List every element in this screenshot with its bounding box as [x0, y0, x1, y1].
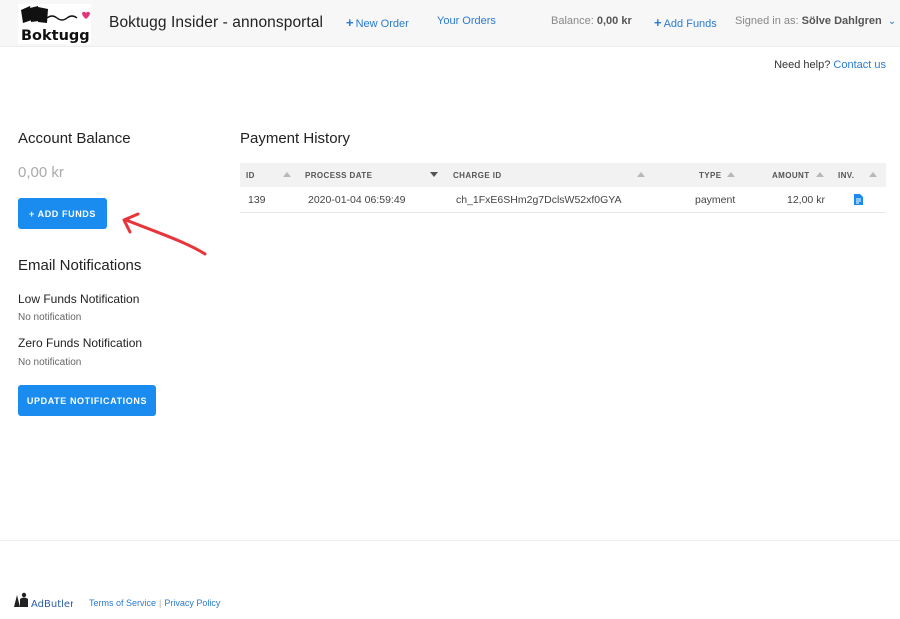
- cell-id: 139: [248, 194, 266, 206]
- new-order-label: New Order: [355, 18, 409, 30]
- table-header: ID PROCESS DATE CHARGE ID TYPE AMOUNT IN…: [240, 163, 886, 187]
- sort-asc-icon[interactable]: [637, 172, 645, 177]
- contact-us-link[interactable]: Contact us: [833, 59, 886, 71]
- plus-icon: +: [654, 15, 662, 30]
- account-balance-value: 0,00 kr: [18, 164, 64, 181]
- footer: AdButler Terms of Service | Privacy Policy: [0, 540, 900, 619]
- header-add-funds-link[interactable]: + Add Funds: [654, 15, 717, 30]
- add-funds-label: Add Funds: [663, 18, 717, 30]
- low-funds-value: No notification: [18, 312, 82, 323]
- column-header-process-date[interactable]: PROCESS DATE: [305, 171, 372, 180]
- sort-desc-icon[interactable]: [430, 172, 438, 177]
- chevron-down-icon: ⌄: [887, 16, 897, 27]
- adbutler-wordmark: AdButler: [31, 599, 73, 610]
- email-notifications-heading: Email Notifications: [18, 257, 142, 274]
- add-funds-button[interactable]: + ADD FUNDS: [18, 198, 107, 229]
- cell-amount: 12,00 kr: [787, 194, 825, 206]
- annotation-arrow-icon: [122, 212, 207, 256]
- user-name: Sölve Dahlgren: [801, 15, 882, 27]
- new-order-link[interactable]: + New Order: [346, 15, 409, 30]
- column-header-type[interactable]: TYPE: [699, 171, 722, 180]
- terms-of-service-link[interactable]: Terms of Service: [89, 598, 156, 608]
- user-menu[interactable]: Signed in as: Sölve Dahlgren ⌄: [735, 15, 896, 27]
- balance-label: Balance:: [551, 15, 594, 27]
- signed-in-label: Signed in as:: [735, 15, 799, 27]
- sort-asc-icon[interactable]: [816, 172, 824, 177]
- cell-charge-id: ch_1FxE6SHm2g7DclsW52xf0GYA: [456, 194, 622, 206]
- footer-links: Terms of Service | Privacy Policy: [89, 598, 220, 608]
- account-balance-heading: Account Balance: [18, 130, 131, 147]
- footer-separator: |: [159, 598, 162, 608]
- payment-history-heading: Payment History: [240, 130, 351, 147]
- sort-asc-icon[interactable]: [727, 172, 735, 177]
- logo-wordmark: Boktugg: [21, 28, 90, 44]
- column-header-id[interactable]: ID: [246, 171, 255, 180]
- top-navbar: Boktugg Boktugg Insider - annonsportal +…: [0, 0, 900, 47]
- cell-type: payment: [695, 194, 736, 206]
- table-row: 139 2020-01-04 06:59:49 ch_1FxE6SHm2g7Dc…: [240, 187, 886, 213]
- plus-icon: +: [346, 15, 354, 30]
- cell-process-date: 2020-01-04 06:59:49: [308, 194, 406, 206]
- payment-history-table: ID PROCESS DATE CHARGE ID TYPE AMOUNT IN…: [240, 163, 886, 213]
- adbutler-logo[interactable]: AdButler: [13, 591, 75, 611]
- column-header-charge-id[interactable]: CHARGE ID: [453, 171, 502, 180]
- app-title: Boktugg Insider - annonsportal: [109, 14, 324, 31]
- sort-asc-icon[interactable]: [283, 172, 291, 177]
- zero-funds-value: No notification: [18, 357, 82, 368]
- column-header-invoice[interactable]: INV.: [838, 171, 854, 180]
- privacy-policy-link[interactable]: Privacy Policy: [164, 598, 220, 608]
- zero-funds-label: Zero Funds Notification: [18, 336, 143, 350]
- help-text: Need help?: [774, 59, 831, 71]
- boktugg-logo[interactable]: Boktugg: [18, 4, 91, 44]
- balance-value: 0,00 kr: [596, 15, 632, 27]
- help-line: Need help? Contact us: [774, 59, 886, 71]
- low-funds-label: Low Funds Notification: [18, 292, 140, 306]
- sort-asc-icon[interactable]: [869, 172, 877, 177]
- update-notifications-button[interactable]: UPDATE NOTIFICATIONS: [18, 385, 156, 416]
- invoice-document-icon[interactable]: [854, 194, 863, 208]
- your-orders-link[interactable]: Your Orders: [437, 15, 496, 27]
- column-header-amount[interactable]: AMOUNT: [772, 171, 810, 180]
- header-balance: Balance: 0,00 kr: [551, 15, 632, 27]
